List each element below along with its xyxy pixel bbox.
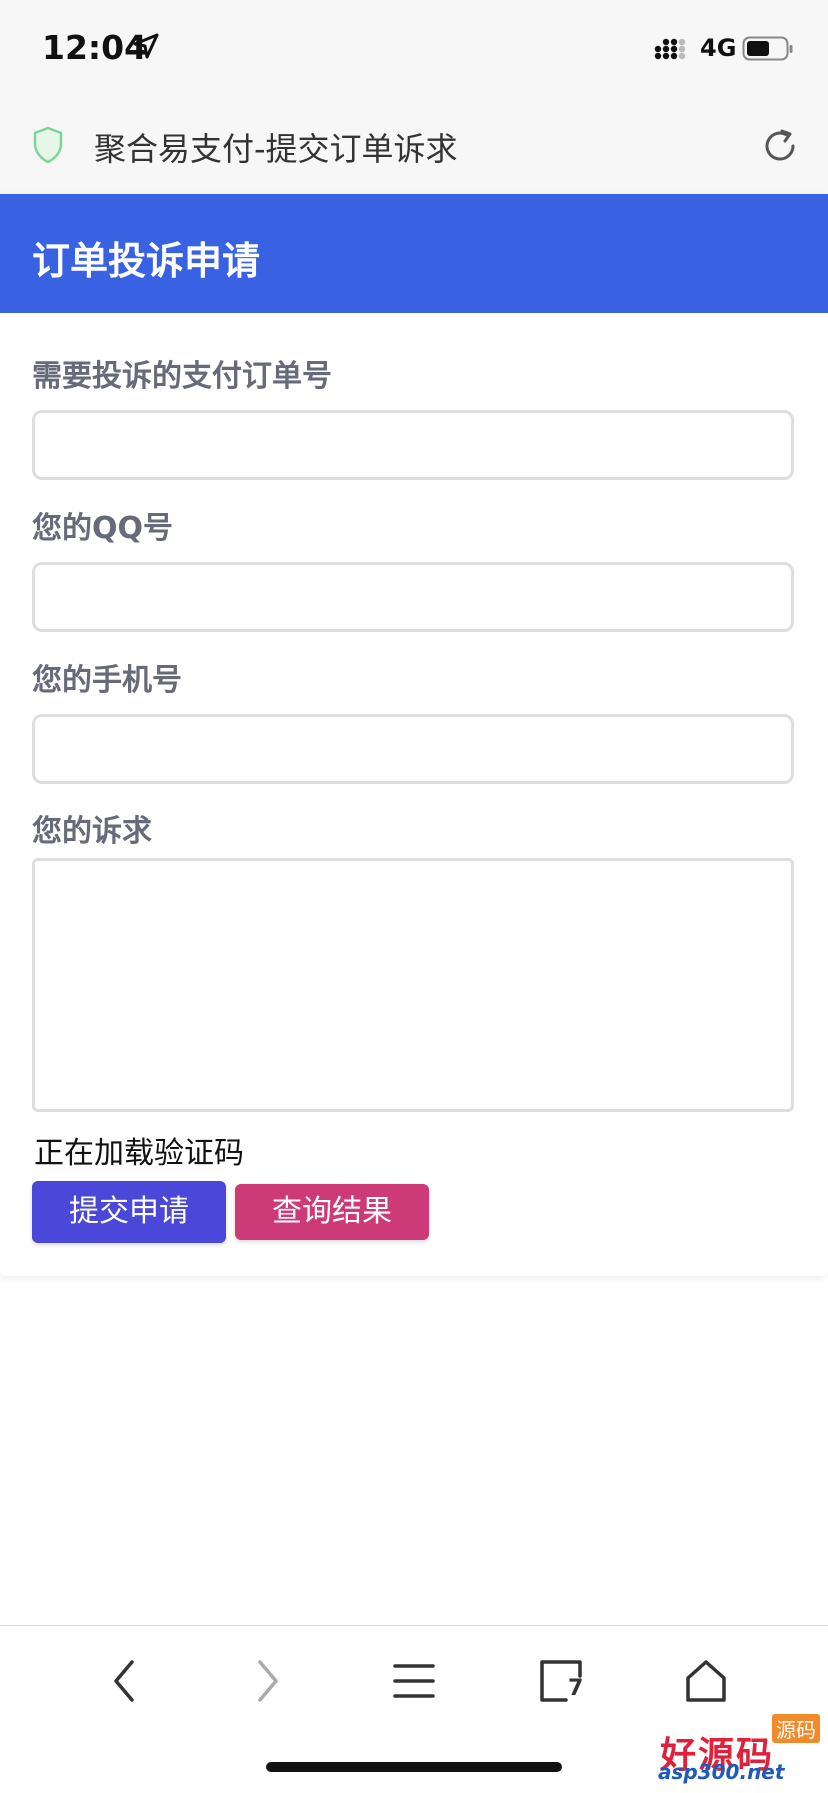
watermark-sub-text: asp300.net (658, 1760, 785, 1784)
security-shield-icon (33, 126, 63, 164)
battery-icon (742, 36, 793, 61)
back-icon[interactable] (106, 1656, 142, 1706)
query-result-button[interactable]: 查询结果 (235, 1184, 429, 1240)
phone-number-input[interactable] (32, 714, 794, 784)
home-icon[interactable] (682, 1656, 730, 1706)
home-indicator (266, 1762, 562, 1772)
submit-button[interactable]: 提交申请 (32, 1181, 226, 1243)
reload-icon[interactable] (760, 126, 800, 166)
order-number-input[interactable] (32, 410, 794, 480)
network-type: 4G (700, 34, 737, 62)
phone-number-label: 您的手机号 (32, 663, 182, 698)
order-number-label: 需要投诉的支付订单号 (32, 359, 332, 394)
qq-number-input[interactable] (32, 562, 794, 632)
signal-strength-icon (654, 38, 686, 60)
complaint-content-textarea[interactable] (32, 858, 794, 1112)
captcha-status: 正在加载验证码 (34, 1136, 244, 1171)
menu-icon[interactable] (392, 1656, 436, 1706)
complaint-content-label: 您的诉求 (32, 814, 152, 849)
status-time: 12:04 (42, 28, 148, 67)
tabs-count: 7 (568, 1676, 584, 1701)
qq-number-label: 您的QQ号 (32, 511, 174, 546)
page-title: 聚合易支付-提交订单诉求 (94, 130, 458, 168)
form-header: 订单投诉申请 (0, 194, 828, 313)
tabs-button[interactable]: 7 (536, 1656, 586, 1706)
location-arrow-icon (133, 33, 159, 59)
forward-icon[interactable] (250, 1656, 286, 1706)
complaint-form-card: 订单投诉申请 需要投诉的支付订单号 您的QQ号 您的手机号 您的诉求 正在加载验… (0, 194, 828, 1276)
status-bar: 12:04 4G (0, 0, 828, 100)
form-title: 订单投诉申请 (32, 239, 261, 283)
watermark-tag: 源码 (772, 1714, 820, 1743)
browser-address-bar[interactable]: 聚合易支付-提交订单诉求 (0, 100, 828, 194)
